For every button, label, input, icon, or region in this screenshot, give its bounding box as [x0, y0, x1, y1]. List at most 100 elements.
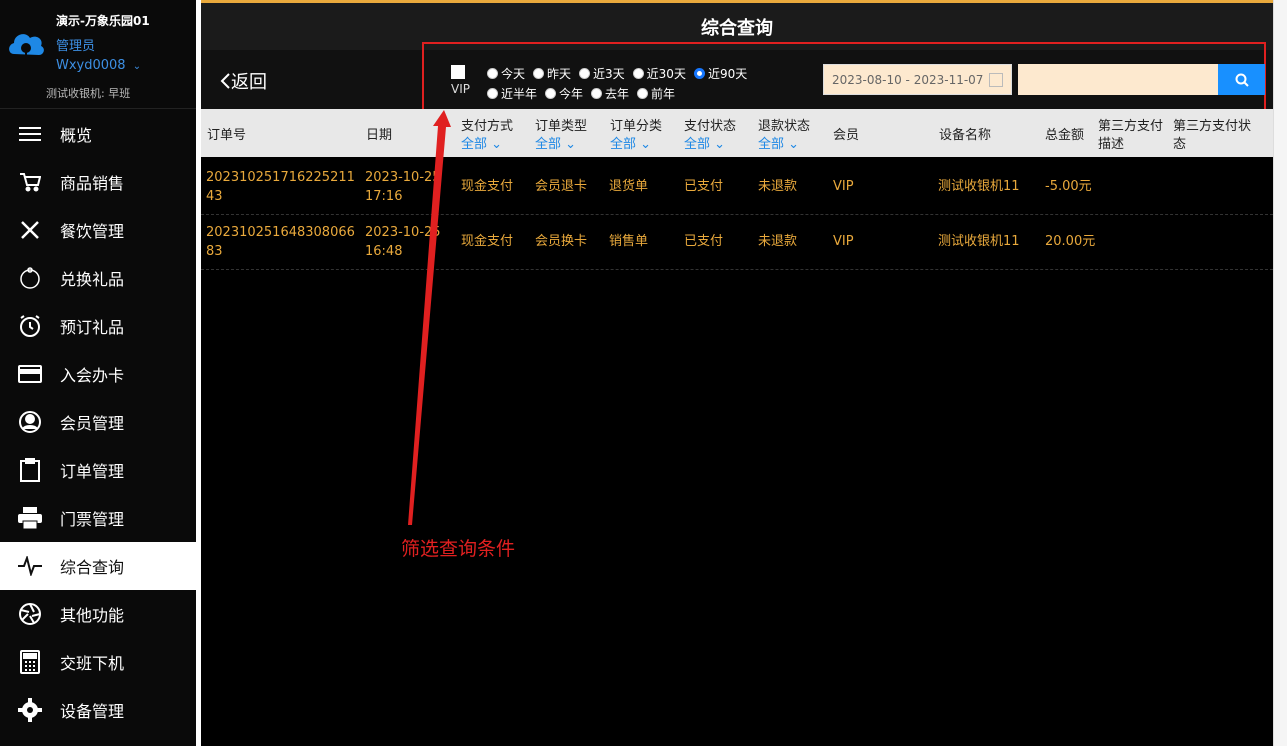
- chevron-down-icon: ⌄: [132, 61, 142, 72]
- cell-order-category: 销售单: [609, 234, 649, 249]
- sidebar-item-label: 预订礼品: [60, 318, 125, 337]
- main-panel: 综合查询 返回 VIP 今天 昨天 近3天 近30天 近90天 近半年 今年 去…: [201, 0, 1273, 746]
- cell-order-category: 退货单: [609, 179, 649, 194]
- menu-icon: [0, 126, 60, 142]
- sidebar-item-label: 会员管理: [60, 414, 125, 433]
- sidebar-item-shift-handover[interactable]: 交班下机: [0, 638, 196, 686]
- sidebar-item-label: 门票管理: [60, 510, 125, 529]
- clipboard-icon: [0, 458, 60, 482]
- radio-last-year[interactable]: 去年: [591, 85, 629, 102]
- sidebar: 演示-万象乐园01 管理员 Wxyd0008 ⌄ 测试收银机: 早班 概览 商品…: [0, 0, 196, 746]
- radio-label: 今年: [559, 86, 584, 101]
- back-label: 返回: [231, 72, 267, 93]
- radio-label: 近半年: [501, 86, 538, 101]
- chevron-left-icon: [220, 73, 230, 89]
- col-pay-status: 支付状态 全部 ⌄: [684, 118, 736, 166]
- cell-order-type: 会员退卡: [535, 179, 588, 194]
- radio-label: 近30天: [646, 66, 686, 81]
- cell-date: 2023-10-25 16:48: [365, 225, 441, 259]
- sidebar-item-label: 交班下机: [60, 654, 125, 673]
- radio-today[interactable]: 今天: [487, 65, 525, 82]
- user-icon: [0, 410, 60, 434]
- pay-status-filter-dropdown[interactable]: 全部 ⌄: [684, 136, 736, 154]
- radio-last-90-days[interactable]: 近90天: [693, 65, 748, 82]
- cloud-logo-icon: [9, 34, 44, 56]
- back-button[interactable]: 返回: [219, 68, 267, 94]
- radio-label: 近3天: [593, 66, 625, 81]
- sidebar-item-ticket-management[interactable]: 门票管理: [0, 494, 196, 542]
- sidebar-item-catering[interactable]: 餐饮管理: [0, 206, 196, 254]
- col-label: 订单分类: [610, 119, 663, 134]
- radio-last-30-days[interactable]: 近30天: [632, 65, 686, 82]
- cell-member: VIP: [833, 234, 854, 249]
- payment-filter-dropdown[interactable]: 全部 ⌄: [461, 136, 513, 154]
- cart-icon: [0, 172, 60, 192]
- sidebar-item-label: 商品销售: [60, 174, 125, 193]
- radio-year-before-last[interactable]: 前年: [637, 85, 675, 102]
- radio-label: 近90天: [707, 66, 748, 81]
- account-dropdown[interactable]: Wxyd0008 ⌄: [56, 58, 141, 73]
- cell-member: VIP: [833, 179, 854, 194]
- table-row[interactable]: 20231025171622521143 2023-10-25 17:16 现金…: [201, 160, 1273, 215]
- vip-checkbox[interactable]: [451, 65, 465, 79]
- radio-dot: [693, 67, 705, 79]
- gear-icon: [0, 698, 60, 722]
- radio-this-year[interactable]: 今年: [545, 85, 583, 102]
- cell-refund-status: 未退款: [758, 234, 798, 249]
- cell-refund-status: 未退款: [758, 179, 798, 194]
- sidebar-item-other-functions[interactable]: 其他功能: [0, 590, 196, 638]
- col-label: 退款状态: [758, 119, 811, 134]
- brand-panel: 演示-万象乐园01 管理员 Wxyd0008 ⌄ 测试收银机: 早班: [0, 0, 196, 109]
- date-range-value: 2023-08-10 - 2023-11-07: [832, 72, 984, 87]
- sidebar-item-product-sales[interactable]: 商品销售: [0, 158, 196, 206]
- order-category-filter-dropdown[interactable]: 全部 ⌄: [610, 136, 662, 154]
- cell-device: 测试收银机11: [938, 234, 1020, 249]
- refund-status-filter-dropdown[interactable]: 全部 ⌄: [758, 136, 810, 154]
- date-range-picker[interactable]: 2023-08-10 - 2023-11-07: [823, 64, 1012, 95]
- annotation-label: 筛选查询条件: [401, 538, 516, 560]
- date-range-radio-group: 今天 昨天 近3天 近30天 近90天 近半年 今年 去年 前年: [487, 63, 755, 103]
- calculator-icon: [0, 650, 60, 674]
- radio-dot: [632, 67, 644, 79]
- table-header: 订单号 日期 支付方式 全部 ⌄ 订单类型 全部 ⌄ 订单分类 全部 ⌄ 支付状…: [201, 109, 1273, 157]
- cell-total: 20.00元: [1045, 234, 1096, 249]
- search-input[interactable]: [1018, 64, 1218, 95]
- table-row[interactable]: 20231025164830806683 2023-10-25 16:48 现金…: [201, 215, 1273, 270]
- radio-label: 今天: [501, 66, 526, 81]
- radio-label: 去年: [605, 86, 630, 101]
- aperture-icon: [0, 602, 60, 626]
- sidebar-item-label: 餐饮管理: [60, 222, 125, 241]
- radio-half-year[interactable]: 近半年: [487, 85, 537, 102]
- sidebar-item-gift-exchange[interactable]: 兑换礼品: [0, 254, 196, 302]
- radio-dot: [487, 87, 498, 99]
- sidebar-item-label: 综合查询: [60, 558, 125, 577]
- sidebar-item-order-management[interactable]: 订单管理: [0, 446, 196, 494]
- sidebar-item-membership-card[interactable]: 入会办卡: [0, 350, 196, 398]
- cell-order-type: 会员换卡: [535, 234, 588, 249]
- account-name: Wxyd0008: [56, 58, 126, 73]
- radio-dot: [533, 67, 545, 79]
- terminal-info: 测试收银机: 早班: [46, 87, 131, 100]
- cell-order-no: 20231025164830806683: [206, 225, 355, 259]
- utensils-icon: [0, 219, 60, 241]
- gift-icon: [0, 266, 60, 290]
- pulse-icon: [0, 556, 60, 576]
- col-third-party-status: 第三方支付状态: [1173, 119, 1252, 152]
- page-title: 综合查询: [701, 17, 773, 39]
- sidebar-item-comprehensive-query[interactable]: 综合查询: [0, 542, 196, 590]
- card-icon: [0, 365, 60, 383]
- cell-date: 2023-10-25 17:16: [365, 170, 441, 204]
- radio-yesterday[interactable]: 昨天: [533, 65, 571, 82]
- order-type-filter-dropdown[interactable]: 全部 ⌄: [535, 136, 587, 154]
- radio-last-3-days[interactable]: 近3天: [579, 65, 625, 82]
- sidebar-item-label: 其他功能: [60, 606, 125, 625]
- sidebar-item-overview[interactable]: 概览: [0, 110, 196, 158]
- printer-icon: [0, 507, 60, 529]
- search-icon: [1235, 73, 1249, 87]
- sidebar-item-member-management[interactable]: 会员管理: [0, 398, 196, 446]
- sidebar-item-device-management[interactable]: 设备管理: [0, 686, 196, 734]
- sidebar-item-gift-booking[interactable]: 预订礼品: [0, 302, 196, 350]
- role-label: 管理员: [56, 39, 96, 54]
- col-payment: 支付方式 全部 ⌄: [461, 118, 513, 166]
- search-button[interactable]: [1218, 64, 1265, 95]
